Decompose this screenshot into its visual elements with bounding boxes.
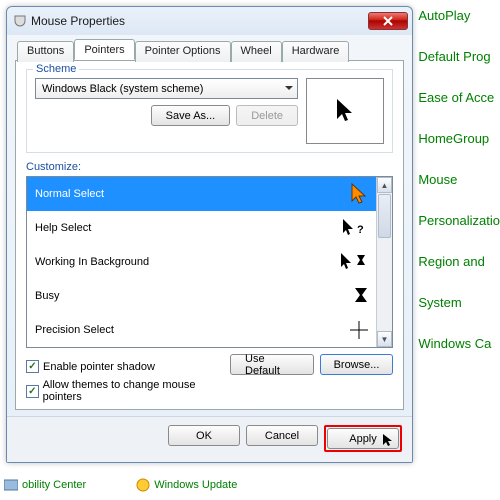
- tab-wheel[interactable]: Wheel: [231, 41, 282, 62]
- list-item[interactable]: Normal Select: [27, 177, 376, 211]
- bg-link[interactable]: obility Center: [4, 476, 86, 492]
- cancel-button[interactable]: Cancel: [246, 425, 318, 446]
- tab-pointers[interactable]: Pointers: [74, 39, 134, 60]
- cursor-working-icon: [340, 252, 368, 272]
- close-icon: [382, 16, 394, 26]
- scroll-down-button[interactable]: ▼: [377, 331, 392, 347]
- list-item-label: Busy: [35, 290, 59, 302]
- titlebar[interactable]: Mouse Properties: [7, 7, 412, 35]
- enable-shadow-row[interactable]: ✓ Enable pointer shadow: [26, 360, 230, 373]
- scheme-legend: Scheme: [33, 63, 79, 75]
- bg-link[interactable]: HomeGroup: [418, 131, 500, 146]
- delete-button: Delete: [236, 105, 298, 126]
- list-item-label: Working In Background: [35, 256, 149, 268]
- checkbox-label: Allow themes to change mouse pointers: [43, 379, 230, 403]
- allow-themes-row[interactable]: ✓ Allow themes to change mouse pointers: [26, 379, 230, 403]
- list-item[interactable]: Working In Background: [27, 245, 376, 279]
- ok-button[interactable]: OK: [168, 425, 240, 446]
- tab-buttons[interactable]: Buttons: [17, 41, 74, 62]
- scheme-value: Windows Black (system scheme): [42, 83, 203, 95]
- list-item-label: Help Select: [35, 222, 91, 234]
- mouse-properties-dialog: Mouse Properties Buttons Pointers Pointe…: [6, 6, 413, 463]
- bg-link[interactable]: Default Prog: [418, 49, 500, 64]
- tabstrip: Buttons Pointers Pointer Options Wheel H…: [7, 35, 412, 60]
- list-item-label: Normal Select: [35, 188, 104, 200]
- list-item[interactable]: Precision Select: [27, 313, 376, 347]
- checkbox-label: Enable pointer shadow: [43, 361, 155, 373]
- checkbox-checked-icon[interactable]: ✓: [26, 385, 39, 398]
- scheme-group: Scheme Windows Black (system scheme) Sav…: [26, 69, 393, 153]
- mouse-icon: [13, 14, 27, 28]
- apply-button[interactable]: Apply: [327, 428, 399, 449]
- tab-hardware[interactable]: Hardware: [282, 41, 350, 62]
- bg-link[interactable]: Windows Update: [136, 476, 237, 492]
- list-item-label: Precision Select: [35, 324, 114, 336]
- tab-panel: Scheme Windows Black (system scheme) Sav…: [15, 60, 404, 410]
- use-default-button[interactable]: Use Default: [230, 354, 314, 375]
- list-item[interactable]: Help Select ?: [27, 211, 376, 245]
- bg-link[interactable]: Ease of Acce: [418, 90, 500, 105]
- scroll-thumb[interactable]: [378, 194, 391, 238]
- pointer-list: Normal Select Help Select ? Working In B…: [26, 176, 393, 348]
- bg-link[interactable]: Windows Ca: [418, 336, 500, 351]
- cursor-precision-icon: [350, 321, 368, 339]
- cursor-arrow-icon: [382, 433, 394, 449]
- bg-link[interactable]: Personalizatio: [418, 213, 500, 228]
- bg-link[interactable]: Region and: [418, 254, 500, 269]
- checkbox-checked-icon[interactable]: ✓: [26, 360, 39, 373]
- bg-link[interactable]: System: [418, 295, 500, 310]
- control-panel-links: AutoPlay Default Prog Ease of Acce HomeG…: [418, 0, 500, 351]
- customize-label: Customize:: [26, 161, 393, 173]
- scroll-up-button[interactable]: ▲: [377, 177, 392, 193]
- bg-link[interactable]: AutoPlay: [418, 8, 500, 23]
- dialog-footer: OK Cancel Apply: [7, 416, 412, 462]
- cursor-help-icon: ?: [342, 218, 368, 238]
- window-title: Mouse Properties: [31, 14, 368, 28]
- close-button[interactable]: [368, 12, 408, 30]
- pointer-preview: [306, 78, 384, 144]
- scheme-dropdown[interactable]: Windows Black (system scheme): [35, 78, 298, 99]
- cursor-arrow-orange-icon: [350, 183, 368, 205]
- scrollbar[interactable]: ▲ ▼: [376, 177, 392, 347]
- bg-link[interactable]: Mouse: [418, 172, 500, 187]
- cursor-arrow-icon: [334, 97, 356, 125]
- save-as-button[interactable]: Save As...: [151, 105, 231, 126]
- control-panel-links-bottom: obility Center Windows Update: [0, 476, 237, 492]
- list-item[interactable]: Busy: [27, 279, 376, 313]
- browse-button[interactable]: Browse...: [320, 354, 393, 375]
- svg-text:?: ?: [357, 224, 364, 236]
- apply-highlight: Apply: [324, 425, 402, 452]
- tab-pointer-options[interactable]: Pointer Options: [135, 41, 231, 62]
- cursor-busy-icon: [354, 287, 368, 305]
